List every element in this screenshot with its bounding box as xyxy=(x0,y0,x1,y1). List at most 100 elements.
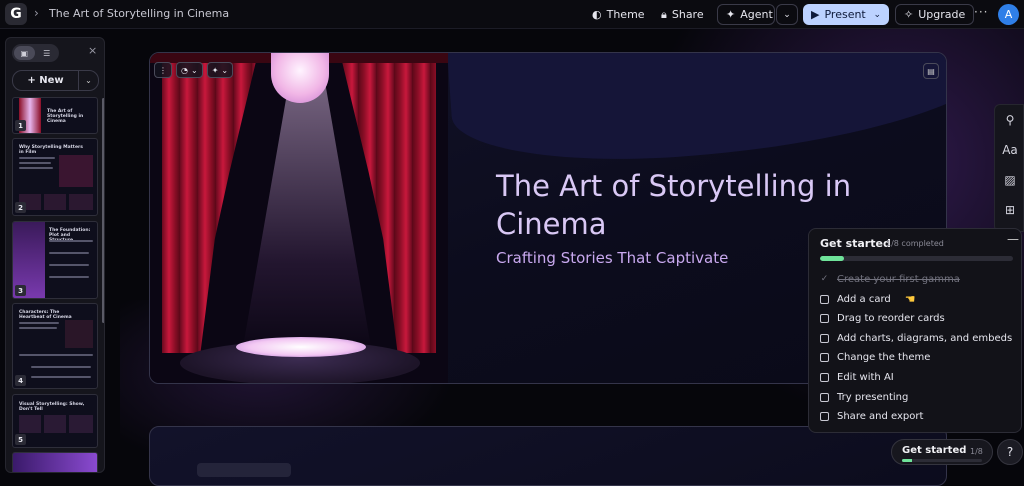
checkbox-icon[interactable] xyxy=(820,372,829,382)
chevron-down-icon: ⌄ xyxy=(190,65,198,75)
thumbnail-number: 1 xyxy=(15,120,26,131)
get-started-progress xyxy=(820,256,1013,261)
list-view-icon[interactable]: ☰ xyxy=(37,46,58,60)
gamma-logo[interactable]: G xyxy=(5,3,27,25)
document-title[interactable]: The Art of Storytelling in Cinema xyxy=(49,7,229,20)
card-menu-icon[interactable]: ⋮ xyxy=(154,62,172,78)
stage-image xyxy=(150,53,448,383)
get-started-pill-label: Get started xyxy=(902,445,967,456)
thumbnail-text-line xyxy=(19,157,55,159)
get-started-heading: Get started xyxy=(820,237,891,250)
checklist-item-charts[interactable]: Add charts, diagrams, and embeds xyxy=(820,330,1012,346)
card-toolbar: ⋮ ◔ ⌄ ✦ ⌄ xyxy=(154,62,234,78)
slide-thumbnail-5[interactable]: Visual Storytelling: Show, Don't Tell 5 xyxy=(12,394,98,448)
next-slide-card[interactable] xyxy=(149,426,947,486)
thumbnail-title: Why Storytelling Matters in Film xyxy=(19,145,83,155)
sparkle-icon: ✦ xyxy=(726,8,736,21)
checklist-label: Try presenting xyxy=(837,391,909,403)
panel-scrollbar[interactable] xyxy=(102,98,104,323)
thumbnail-image xyxy=(65,320,93,348)
play-icon: ▶ xyxy=(811,8,820,21)
slide-thumbnail-1[interactable]: The Art of Storytelling in Cinema 1 xyxy=(12,97,98,134)
checklist-item-theme[interactable]: Change the theme xyxy=(820,349,930,365)
thumbnail-box xyxy=(44,194,66,210)
thumbnail-title: Characters: The Heartbeat of Cinema xyxy=(19,310,72,320)
upgrade-button[interactable]: ✧ Upgrade xyxy=(895,4,975,25)
new-card-button[interactable]: + New ⌄ xyxy=(12,70,99,91)
thumbnail-text-line xyxy=(19,322,59,324)
new-label: New xyxy=(39,75,64,86)
checklist-item-reorder[interactable]: Drag to reorder cards xyxy=(820,310,945,326)
theme-button[interactable]: ◐ Theme xyxy=(584,4,653,25)
thumbnail-text-line xyxy=(19,354,93,356)
thumbnail-text-line xyxy=(19,327,57,329)
thumbnail-text-line xyxy=(19,162,51,164)
thumbnail-image xyxy=(59,155,93,187)
agent-label: Agent xyxy=(740,8,773,21)
card-ai-button[interactable]: ✦ ⌄ xyxy=(206,62,234,78)
checklist-item-add-card[interactable]: Add a card ☚ xyxy=(820,291,916,307)
slide-subtitle[interactable]: Crafting Stories That Captivate xyxy=(496,249,728,267)
image-icon[interactable]: ▨ xyxy=(995,173,1024,187)
user-avatar[interactable]: A xyxy=(998,4,1019,25)
thumbnail-box xyxy=(69,415,93,433)
card-style-button[interactable]: ◔ ⌄ xyxy=(176,62,203,78)
checklist-label: Change the theme xyxy=(837,351,931,363)
text-style-icon[interactable]: Aa xyxy=(995,143,1024,157)
checklist-item-edit-ai[interactable]: Edit with AI xyxy=(820,369,894,385)
thumbnail-text-line xyxy=(49,252,89,254)
thumbnail-box xyxy=(19,415,41,433)
slide-thumbnail-6[interactable] xyxy=(12,452,98,472)
share-button[interactable]: 🔒︎ Share xyxy=(653,4,712,25)
thumbnail-view-icon[interactable]: ▣ xyxy=(14,46,35,60)
help-button[interactable]: ? xyxy=(997,439,1023,465)
next-card-toolbar[interactable] xyxy=(197,463,291,477)
chevron-down-icon: ⌄ xyxy=(221,65,229,75)
minimize-icon[interactable]: — xyxy=(1007,232,1019,246)
checkbox-icon[interactable] xyxy=(820,333,829,343)
checkbox-icon[interactable] xyxy=(820,352,829,362)
checkbox-icon[interactable] xyxy=(820,392,829,402)
present-button[interactable]: ▶ Present ⌄ xyxy=(803,4,889,25)
get-started-pill-count: 1/8 xyxy=(970,447,983,456)
add-block-icon[interactable]: ⊞ xyxy=(995,203,1024,217)
view-toggle[interactable]: ▣ ☰ xyxy=(12,44,59,62)
slide-thumbnail-2[interactable]: Why Storytelling Matters in Film 2 xyxy=(12,138,98,216)
checkbox-icon[interactable] xyxy=(820,294,829,304)
top-bar: G › The Art of Storytelling in Cinema ◐ … xyxy=(0,0,1024,29)
card-wave-decoration xyxy=(445,53,946,173)
card-style-icon: ◔ xyxy=(181,65,188,75)
checkbox-icon[interactable] xyxy=(820,411,829,421)
thumbnail-number: 2 xyxy=(15,202,26,213)
thumbnail-box xyxy=(44,415,66,433)
present-label: Present xyxy=(824,8,866,21)
slide-thumbnail-4[interactable]: Characters: The Heartbeat of Cinema 4 xyxy=(12,303,98,389)
checklist-label: Drag to reorder cards xyxy=(837,312,945,324)
agent-button[interactable]: ✦ Agent xyxy=(717,4,775,25)
get-started-pill-progress xyxy=(902,459,982,462)
agent-dropdown-chevron-icon[interactable]: ⌄ xyxy=(776,4,798,25)
more-options-icon[interactable]: ··· xyxy=(974,5,988,19)
thumbnail-text-line xyxy=(19,167,53,169)
checklist-label: Add charts, diagrams, and embeds xyxy=(837,332,1013,344)
upgrade-label: Upgrade xyxy=(918,8,966,21)
checklist-item-present[interactable]: Try presenting xyxy=(820,389,908,405)
close-panel-icon[interactable]: × xyxy=(88,44,97,57)
checklist-item-share[interactable]: Share and export xyxy=(820,408,923,424)
thumbnail-number: 4 xyxy=(15,375,26,386)
new-dropdown-chevron-icon[interactable]: ⌄ xyxy=(78,71,98,90)
stage-light-circle xyxy=(236,337,366,357)
thumbnail-number: 3 xyxy=(15,285,26,296)
thumbnail-box xyxy=(69,194,93,210)
thumbnail-text-line xyxy=(49,276,89,278)
present-chevron-down-icon[interactable]: ⌄ xyxy=(873,10,881,20)
check-icon: ✓ xyxy=(820,274,829,284)
checklist-item-create-gamma[interactable]: ✓ Create your first gamma xyxy=(820,271,960,287)
get-started-panel: Get started 1/8 completed — ✓ Create you… xyxy=(808,228,1022,433)
new-button-main[interactable]: + New xyxy=(13,75,78,86)
get-started-pill[interactable]: Get started 1/8 xyxy=(891,439,993,465)
card-layout-icon[interactable]: ▤ xyxy=(923,63,939,79)
slide-thumbnail-3[interactable]: The Foundation: Plot and Structure 3 xyxy=(12,221,98,299)
search-icon[interactable]: ⚲ xyxy=(995,113,1024,127)
checkbox-icon[interactable] xyxy=(820,313,829,323)
